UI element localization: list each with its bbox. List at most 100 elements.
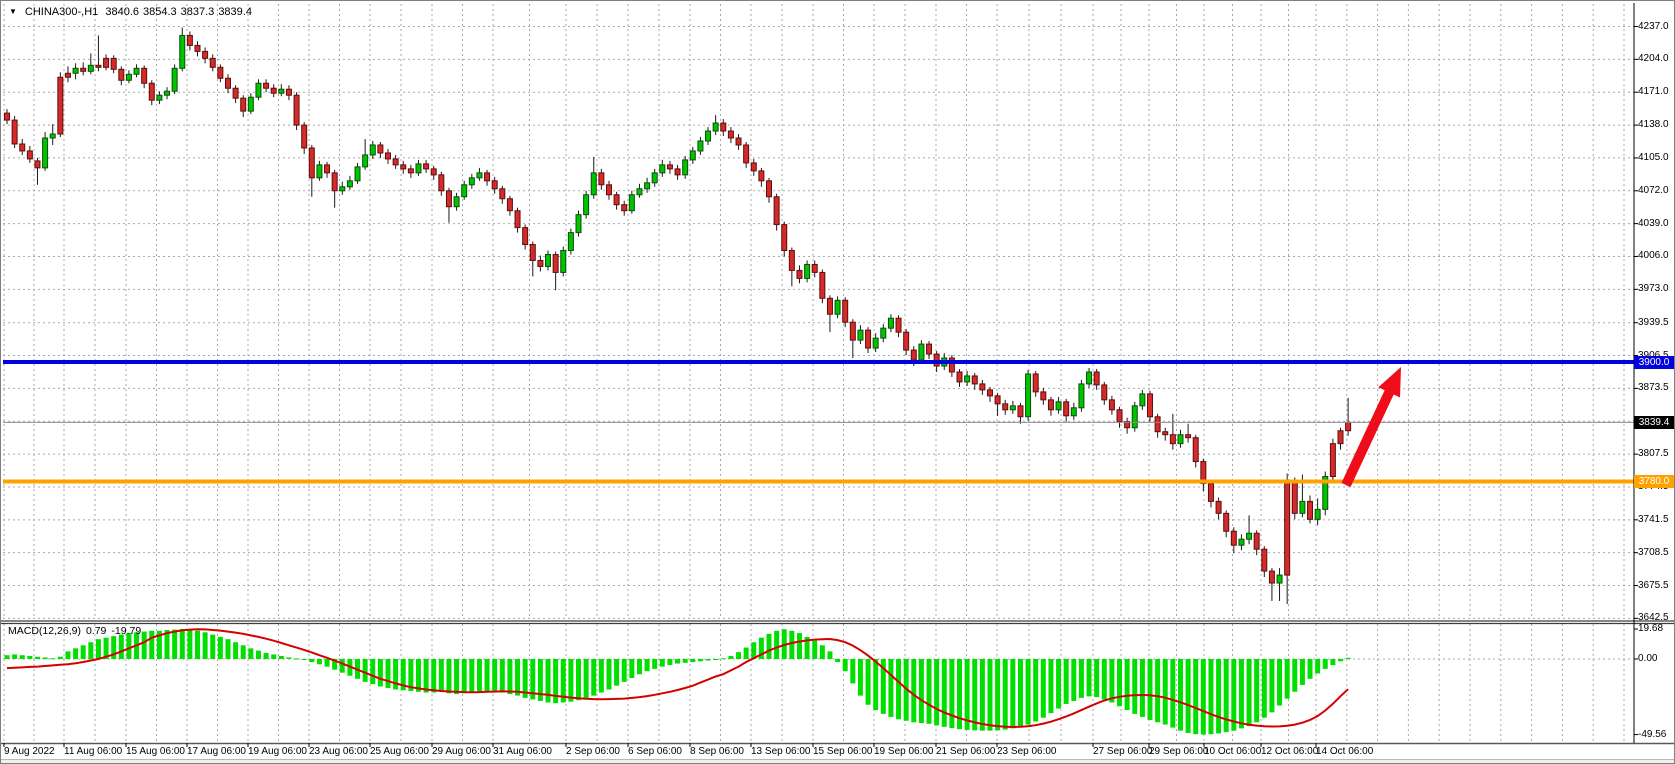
macd-histogram-bar <box>500 659 505 693</box>
candle-body <box>340 187 345 191</box>
candle-body <box>317 165 322 178</box>
macd-histogram-bar <box>203 632 208 659</box>
macd-histogram-bar <box>767 634 772 659</box>
candle-body <box>987 390 992 396</box>
macd-histogram-bar <box>1330 659 1335 665</box>
macd-histogram-bar <box>96 639 101 659</box>
macd-histogram-bar <box>386 659 391 688</box>
macd-histogram-bar <box>576 659 581 700</box>
price-tick-label: 4006.0 <box>1638 250 1669 261</box>
time-axis-label: 13 Sep 06:00 <box>751 746 811 757</box>
candle-body <box>1178 435 1183 444</box>
candle-body <box>370 145 375 155</box>
candle-body <box>1170 435 1175 444</box>
candle-body <box>1048 400 1053 410</box>
time-axis-label: 8 Sep 06:00 <box>690 746 744 757</box>
macd-histogram-bar <box>1292 659 1297 692</box>
macd-histogram-bar <box>987 659 992 731</box>
macd-histogram-bar <box>1193 659 1198 734</box>
macd-histogram-bar <box>820 645 825 659</box>
macd-histogram-bar <box>1125 659 1130 710</box>
candle-body <box>149 83 154 100</box>
macd-histogram-bar <box>1323 659 1328 669</box>
candle-body <box>827 298 832 314</box>
macd-histogram-bar <box>477 659 482 692</box>
price-tick-label: 3873.5 <box>1638 382 1669 393</box>
candle-body <box>233 88 238 98</box>
candle-body <box>980 384 985 390</box>
candle-body <box>1239 539 1244 545</box>
candle-body <box>126 74 131 80</box>
macd-histogram-bar <box>1285 659 1290 699</box>
candle-body <box>538 260 543 266</box>
macd-histogram-bar <box>591 659 596 696</box>
macd-histogram-bar <box>675 659 680 664</box>
candle-body <box>683 160 688 175</box>
time-axis-label: 10 Oct 06:00 <box>1204 746 1261 757</box>
candle-body <box>774 197 779 225</box>
macd-histogram-bar <box>1231 659 1236 731</box>
candle-body <box>1132 406 1137 428</box>
time-axis-label: 23 Aug 06:00 <box>309 746 368 757</box>
macd-histogram-bar <box>1269 659 1274 712</box>
macd-histogram-bar <box>827 651 832 659</box>
time-axis-label: 14 Oct 06:00 <box>1316 746 1373 757</box>
macd-histogram-bar <box>1056 659 1061 709</box>
macd-histogram-bar <box>706 659 711 661</box>
candle-body <box>1155 417 1160 432</box>
price-tag-blue-level: 3900.0 <box>1634 356 1674 369</box>
candle-body <box>614 195 619 205</box>
macd-histogram-bar <box>614 659 619 686</box>
macd-histogram-bar <box>248 648 253 659</box>
macd-histogram-bar <box>58 657 63 659</box>
macd-histogram-bar <box>294 659 299 660</box>
macd-histogram-bar <box>1048 659 1053 713</box>
macd-histogram-bar <box>728 656 733 659</box>
macd-histogram-bar <box>172 630 177 659</box>
macd-histogram-bar <box>195 631 200 659</box>
candle-body <box>96 65 101 67</box>
macd-histogram-bar <box>378 659 383 686</box>
chart-canvas[interactable] <box>1 1 1675 764</box>
quote-low: 3837.3 <box>181 6 215 18</box>
candle-body <box>561 251 566 273</box>
macd-histogram-bar <box>1163 659 1168 725</box>
candle-body <box>119 69 124 80</box>
candle-body <box>446 191 451 207</box>
footer-strip <box>1 759 1675 764</box>
macd-histogram-bar <box>302 659 307 660</box>
macd-histogram-bar <box>667 659 672 665</box>
time-axis-label: 2 Sep 06:00 <box>566 746 620 757</box>
price-tick-label: 4204.0 <box>1638 53 1669 64</box>
macd-histogram-bar <box>119 635 124 659</box>
candle-body <box>264 83 269 88</box>
macd-histogram-bar <box>317 659 322 664</box>
candle-body <box>1308 501 1313 519</box>
candle-body <box>1117 410 1122 422</box>
macd-histogram-bar <box>1018 659 1023 727</box>
price-tick-label: 3939.5 <box>1638 317 1669 328</box>
candle-body <box>294 95 299 125</box>
macd-histogram-bar <box>393 659 398 689</box>
chart-menu-caret-icon[interactable]: ▼ <box>9 7 17 16</box>
time-axis-label: 19 Sep 06:00 <box>874 746 934 757</box>
candle-body <box>309 148 314 178</box>
candle-body <box>439 175 444 191</box>
candle-body <box>5 113 10 120</box>
macd-histogram-bar <box>652 659 657 669</box>
candle-body <box>210 58 215 67</box>
candle-body <box>622 205 627 211</box>
candle-body <box>1277 575 1282 583</box>
candle-body <box>195 45 200 51</box>
quote-close: 3839.4 <box>218 6 252 18</box>
candle-body <box>629 195 634 211</box>
candle-body <box>12 120 17 144</box>
candle-body <box>431 169 436 175</box>
candle-body <box>858 330 863 340</box>
time-axis-label: 12 Oct 06:00 <box>1261 746 1318 757</box>
candle-body <box>20 144 25 151</box>
candle-body <box>386 153 391 159</box>
candle-body <box>866 330 871 348</box>
macd-histogram-bar <box>1224 659 1229 732</box>
candle-body <box>690 151 695 160</box>
